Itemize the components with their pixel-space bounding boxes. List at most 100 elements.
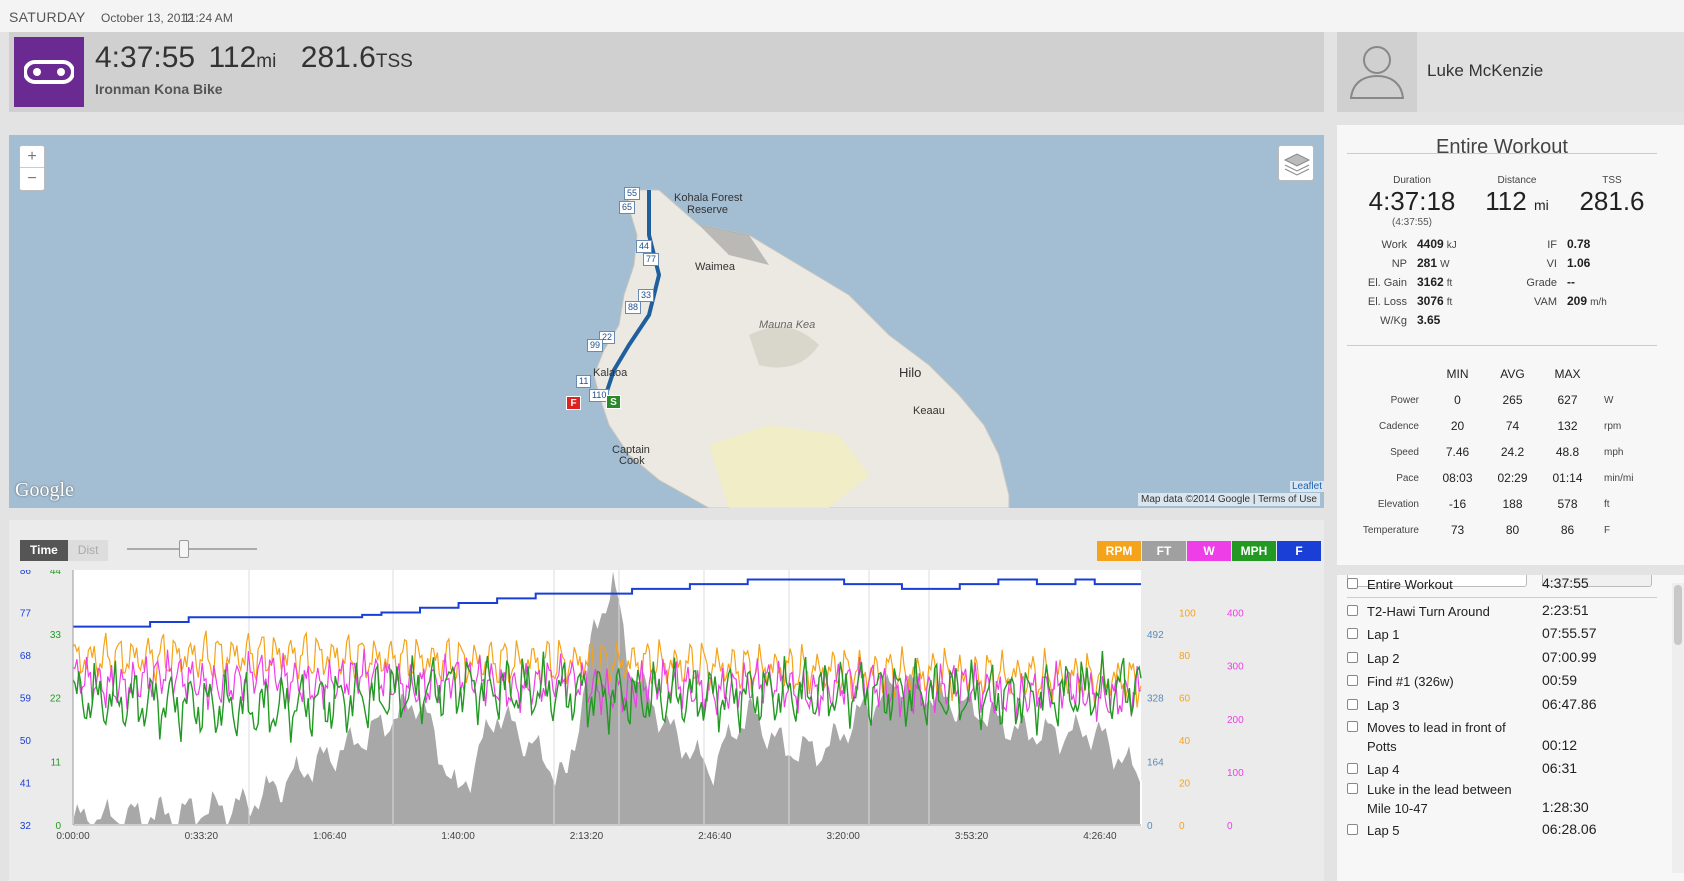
route-map[interactable]: + − Kohala Forest Reserve Waimea Mauna K… xyxy=(9,135,1324,508)
map-label-cook: Cook xyxy=(619,455,645,467)
legend-item-w[interactable]: W xyxy=(1187,541,1231,561)
table-cell: Temperature xyxy=(1362,524,1419,536)
duration-value: 4:37:18 xyxy=(1368,186,1456,216)
summary-metric: VAM 209 m/h xyxy=(1533,294,1607,308)
layers-icon[interactable] xyxy=(1278,145,1314,181)
table-header: AVG xyxy=(1500,367,1525,381)
lap-checkbox[interactable] xyxy=(1347,675,1358,686)
legend-item-rpm[interactable]: RPM xyxy=(1097,541,1141,561)
table-row: Temperature 73 80 86 F xyxy=(1349,518,1636,542)
laps-scrollbar[interactable] xyxy=(1672,583,1684,873)
finish-marker[interactable]: F xyxy=(566,396,581,410)
map-label-kohala: Kohala Forest xyxy=(674,192,743,204)
table-cell: Pace xyxy=(1396,472,1419,484)
tss-unit: TSS xyxy=(375,51,413,72)
y-tick-power: 400 xyxy=(1227,609,1244,620)
table-row: Elevation -16 188 578 ft xyxy=(1349,492,1636,516)
summary-metric: El. Gain 3162 ft xyxy=(1367,275,1453,289)
map-attribution: Map data ©2014 Google | Terms of Use xyxy=(1137,493,1320,506)
athlete-name: Luke McKenzie xyxy=(1427,61,1544,80)
table-header: MIN xyxy=(1446,367,1469,381)
terms-link[interactable]: Terms of Use xyxy=(1258,494,1317,505)
lap-time: 06:28.06 xyxy=(1542,821,1597,837)
start-marker[interactable]: S xyxy=(606,395,621,409)
workout-distance: 112 xyxy=(208,41,257,74)
y-tick-temperature: 86 xyxy=(20,570,32,577)
y-tick-elevation: 328 xyxy=(1147,694,1164,705)
table-cell: 627 xyxy=(1557,393,1578,407)
table-cell: min/mi xyxy=(1604,472,1634,484)
table-cell: F xyxy=(1604,524,1611,536)
summary-metric: Grade -- xyxy=(1526,275,1575,289)
workout-title: Ironman Kona Bike xyxy=(95,81,223,97)
leaflet-link[interactable]: Leaflet xyxy=(1289,481,1324,492)
summary-divider-top xyxy=(1347,153,1657,154)
summary-distance: Distance 112 mi xyxy=(1477,175,1557,217)
lap-time: 00:59 xyxy=(1542,672,1578,688)
smoothing-slider[interactable] xyxy=(127,540,257,558)
legend-item-ft[interactable]: FT xyxy=(1142,541,1186,561)
zoom-control[interactable]: + − xyxy=(19,145,45,191)
legend-item-f[interactable]: F xyxy=(1277,541,1321,561)
table-cell: 24.2 xyxy=(1500,445,1525,459)
y-tick-cadence: 60 xyxy=(1179,694,1191,705)
scrollbar-thumb[interactable] xyxy=(1674,585,1682,645)
summary-metric: VI 1.06 xyxy=(1546,256,1591,270)
workout-header: 4:37:55 112mi 281.6TSS Ironman Kona Bike xyxy=(9,32,1324,112)
lap-checkbox[interactable] xyxy=(1347,578,1358,589)
table-cell: Speed xyxy=(1390,446,1419,458)
table-cell: Elevation xyxy=(1377,498,1419,510)
athlete-card[interactable]: Luke McKenzie xyxy=(1337,32,1684,112)
mile-marker: 55 xyxy=(624,187,641,200)
lap-name: Lap 4 xyxy=(1367,762,1400,777)
lap-checkbox[interactable] xyxy=(1347,824,1358,835)
zoom-in-button[interactable]: + xyxy=(20,146,44,168)
lap-time: 1:28:30 xyxy=(1542,799,1589,815)
y-tick-speed: 44 xyxy=(50,570,62,577)
distance-unit-small: mi xyxy=(1533,197,1549,213)
table-cell: 20 xyxy=(1450,419,1465,433)
x-axis-toggle[interactable]: Time Dist xyxy=(20,540,109,561)
duration-label: Duration xyxy=(1393,175,1431,186)
x-tick-label: 0:33:20 xyxy=(185,831,219,842)
lap-checkbox[interactable] xyxy=(1347,721,1358,732)
table-cell: 7.46 xyxy=(1445,445,1470,459)
table-cell: 73 xyxy=(1450,523,1465,537)
zoom-out-button[interactable]: − xyxy=(20,168,44,190)
table-cell: Cadence xyxy=(1378,420,1419,432)
table-header: MAX xyxy=(1554,367,1581,381)
lap-checkbox[interactable] xyxy=(1347,605,1358,616)
workout-date: October 13, 2012 xyxy=(101,11,194,25)
laps-panel: Entire Workout 4:37:55 T2-Hawi Turn Around… xyxy=(1337,575,1684,881)
lap-name: Luke in the lead between Mile 10-47 xyxy=(1367,782,1512,816)
lap-checkbox[interactable] xyxy=(1347,628,1358,639)
table-cell: ft xyxy=(1604,498,1610,510)
app-root: SATURDAY October 13, 2012 11:24 AM 4:37:… xyxy=(0,0,1684,881)
lap-name: Entire Workout xyxy=(1367,577,1453,592)
distance-unit: mi xyxy=(256,51,277,72)
dist-toggle-button[interactable]: Dist xyxy=(67,540,109,561)
lap-checkbox[interactable] xyxy=(1347,699,1358,710)
legend-item-mph[interactable]: MPH xyxy=(1232,541,1276,561)
lap-time: 00:12 xyxy=(1542,737,1578,753)
table-cell: Power xyxy=(1390,394,1419,406)
lap-checkbox[interactable] xyxy=(1347,652,1358,663)
table-cell: 0 xyxy=(1454,393,1461,407)
map-label-kalaoa: Kalaoa xyxy=(593,367,628,379)
lap-checkbox[interactable] xyxy=(1347,783,1358,794)
time-toggle-button[interactable]: Time xyxy=(20,540,68,561)
y-tick-temperature: 59 xyxy=(20,694,32,705)
x-tick-label: 1:40:00 xyxy=(441,831,475,842)
summary-panel: Entire Workout Duration 4:37:18 (4:37:55… xyxy=(1337,125,1684,565)
workout-chart[interactable]: 86 77 68 59 50 41 32 44 33 22 11 0 492 328 164 0 100 80 60… xyxy=(9,570,1324,881)
y-tick-cadence: 80 xyxy=(1179,651,1191,662)
slider-knob[interactable] xyxy=(179,540,189,558)
table-cell: 265 xyxy=(1502,393,1523,407)
y-tick-temperature: 32 xyxy=(20,821,32,832)
table-cell: 02:29 xyxy=(1497,471,1528,485)
table-cell: 01:14 xyxy=(1552,471,1583,485)
lap-checkbox[interactable] xyxy=(1347,763,1358,774)
table-cell: rpm xyxy=(1604,420,1622,432)
lap-name: Lap 5 xyxy=(1367,823,1400,838)
table-cell: 188 xyxy=(1502,497,1523,511)
